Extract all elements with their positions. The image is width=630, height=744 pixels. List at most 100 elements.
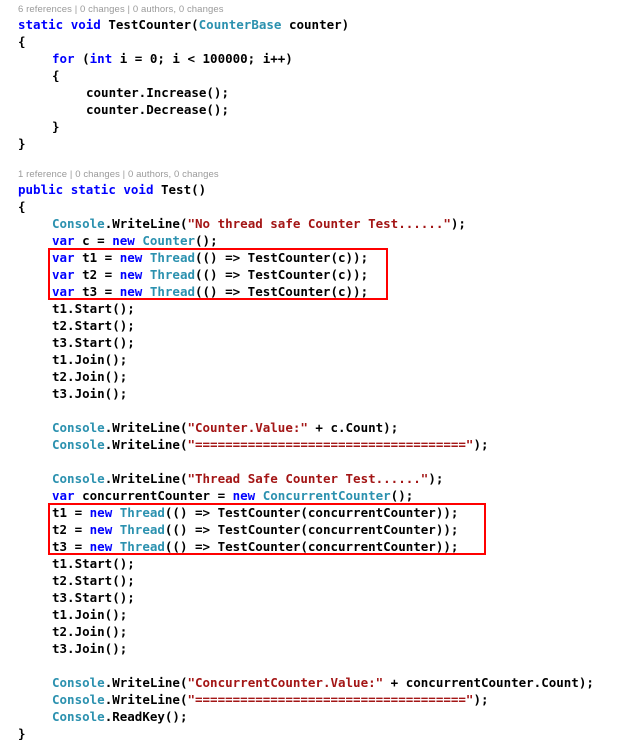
code-token-type: Console [52, 692, 105, 707]
code-token-plain: t1 = [74, 250, 120, 265]
code-token-plain: .WriteLine( [104, 216, 188, 231]
code-line[interactable]: Console.WriteLine("Thread Safe Counter T… [52, 470, 443, 487]
code-line[interactable]: Console.WriteLine("ConcurrentCounter.Val… [52, 674, 594, 691]
code-line[interactable]: t1 = new Thread(() => TestCounter(concur… [52, 504, 458, 521]
code-text-area[interactable]: 6 references | 0 changes | 0 authors, 0 … [0, 0, 630, 744]
code-token-plain: t3 = [74, 284, 120, 299]
code-token-plain: ); [473, 437, 489, 452]
code-token-kw: for [52, 51, 75, 66]
code-token-plain: ); [450, 216, 466, 231]
code-line[interactable]: var t3 = new Thread(() => TestCounter(c)… [52, 283, 368, 300]
code-token-kw: new [89, 505, 113, 520]
code-token-plain: { [18, 199, 26, 214]
code-token-plain: } [52, 119, 60, 134]
code-token-plain: .ReadKey(); [104, 709, 188, 724]
code-line[interactable]: Console.WriteLine("=====================… [52, 436, 489, 453]
code-token-type: Console [52, 471, 105, 486]
code-token-plain: ); [428, 471, 444, 486]
code-line[interactable]: for (int i = 0; i < 100000; i++) [52, 50, 293, 67]
code-token-plain: + concurrentCounter.Count); [383, 675, 594, 690]
code-line[interactable]: } [52, 118, 60, 135]
code-token-type: ConcurrentCounter [262, 488, 391, 503]
code-token-str: "ConcurrentCounter.Value:" [187, 675, 384, 690]
code-line[interactable]: Console.WriteLine("=====================… [52, 691, 489, 708]
code-line[interactable]: t2 = new Thread(() => TestCounter(concur… [52, 521, 458, 538]
code-token-str: "Thread Safe Counter Test......" [187, 471, 429, 486]
code-token-type: Console [52, 437, 105, 452]
code-line[interactable]: t2.Start(); [52, 572, 135, 589]
code-line[interactable]: Console.WriteLine("Counter.Value:" + c.C… [52, 419, 398, 436]
code-token-plain: t2 = [52, 522, 90, 537]
code-token-plain: Test() [153, 182, 207, 197]
code-line[interactable]: t1.Join(); [52, 351, 127, 368]
code-line[interactable]: var t1 = new Thread(() => TestCounter(c)… [52, 249, 368, 266]
code-token-plain: ( [74, 51, 90, 66]
code-line[interactable]: static void TestCounter(CounterBase coun… [18, 16, 349, 33]
code-token-plain: (() => TestCounter(c)); [195, 284, 369, 299]
code-token-str: "====================================" [187, 692, 474, 707]
code-line[interactable]: t1.Start(); [52, 555, 135, 572]
code-token-kw: var [52, 267, 75, 282]
code-token-kw: var [52, 233, 75, 248]
code-token-plain: t1 = [52, 505, 90, 520]
code-line[interactable]: t1.Start(); [52, 300, 135, 317]
code-token-str: "Counter.Value:" [187, 420, 308, 435]
code-line[interactable]: t2.Join(); [52, 368, 127, 385]
code-token-kw: static [18, 17, 64, 32]
code-token-type: Thread [119, 505, 165, 520]
code-token-plain: .WriteLine( [104, 420, 188, 435]
code-line[interactable]: t3.Join(); [52, 385, 127, 402]
code-token-plain: (() => TestCounter(concurrentCounter)); [164, 505, 459, 520]
code-line[interactable]: Console.WriteLine("No thread safe Counte… [52, 215, 466, 232]
code-token-kw: void [123, 182, 154, 197]
code-token-plain: t3.Join(); [52, 641, 128, 656]
code-token-str: "No thread safe Counter Test......" [187, 216, 451, 231]
code-line[interactable]: t2.Start(); [52, 317, 135, 334]
codelens-row[interactable]: 6 references | 0 changes | 0 authors, 0 … [18, 3, 224, 16]
code-token-plain: ); [473, 692, 489, 707]
code-token-plain: } [18, 726, 26, 741]
code-token-type: Console [52, 420, 105, 435]
code-token-type: Thread [119, 522, 165, 537]
code-line[interactable]: } [18, 725, 26, 742]
code-line[interactable]: counter.Decrease(); [86, 101, 229, 118]
code-line[interactable]: { [18, 198, 26, 215]
code-token-type: Thread [149, 267, 195, 282]
code-line[interactable]: t3.Start(); [52, 334, 135, 351]
code-token-plain: (); [195, 233, 218, 248]
code-token-kw: void [70, 17, 101, 32]
code-line[interactable]: { [18, 33, 26, 50]
code-line[interactable]: public static void Test() [18, 181, 206, 198]
code-token-plain: t3.Start(); [52, 590, 135, 605]
code-token-plain: (() => TestCounter(concurrentCounter)); [164, 522, 459, 537]
code-line[interactable]: var concurrentCounter = new ConcurrentCo… [52, 487, 413, 504]
codelens-row[interactable]: 1 reference | 0 changes | 0 authors, 0 c… [18, 168, 219, 181]
code-line[interactable]: t1.Join(); [52, 606, 127, 623]
code-token-plain: t1.Start(); [52, 556, 135, 571]
code-line[interactable]: t2.Join(); [52, 623, 127, 640]
code-token-kw: int [89, 51, 113, 66]
code-token-plain: (() => TestCounter(c)); [195, 267, 369, 282]
code-line[interactable]: var c = new Counter(); [52, 232, 218, 249]
code-line[interactable]: Console.ReadKey(); [52, 708, 187, 725]
code-line[interactable]: t3.Start(); [52, 589, 135, 606]
code-line[interactable]: t3.Join(); [52, 640, 127, 657]
code-token-kw: public [18, 182, 64, 197]
code-line[interactable]: counter.Increase(); [86, 84, 229, 101]
code-token-plain: t3.Start(); [52, 335, 135, 350]
code-token-type: Console [52, 675, 105, 690]
code-line[interactable]: { [52, 67, 60, 84]
code-line[interactable]: t3 = new Thread(() => TestCounter(concur… [52, 538, 458, 555]
code-line[interactable]: } [18, 135, 26, 152]
code-editor-pane[interactable]: 6 references | 0 changes | 0 authors, 0 … [0, 0, 630, 744]
code-line[interactable]: var t2 = new Thread(() => TestCounter(c)… [52, 266, 368, 283]
code-token-plain: (); [390, 488, 414, 503]
code-token-plain: t3 = [52, 539, 90, 554]
code-token-plain: counter.Increase(); [86, 85, 229, 100]
code-token-type: Console [52, 709, 105, 724]
